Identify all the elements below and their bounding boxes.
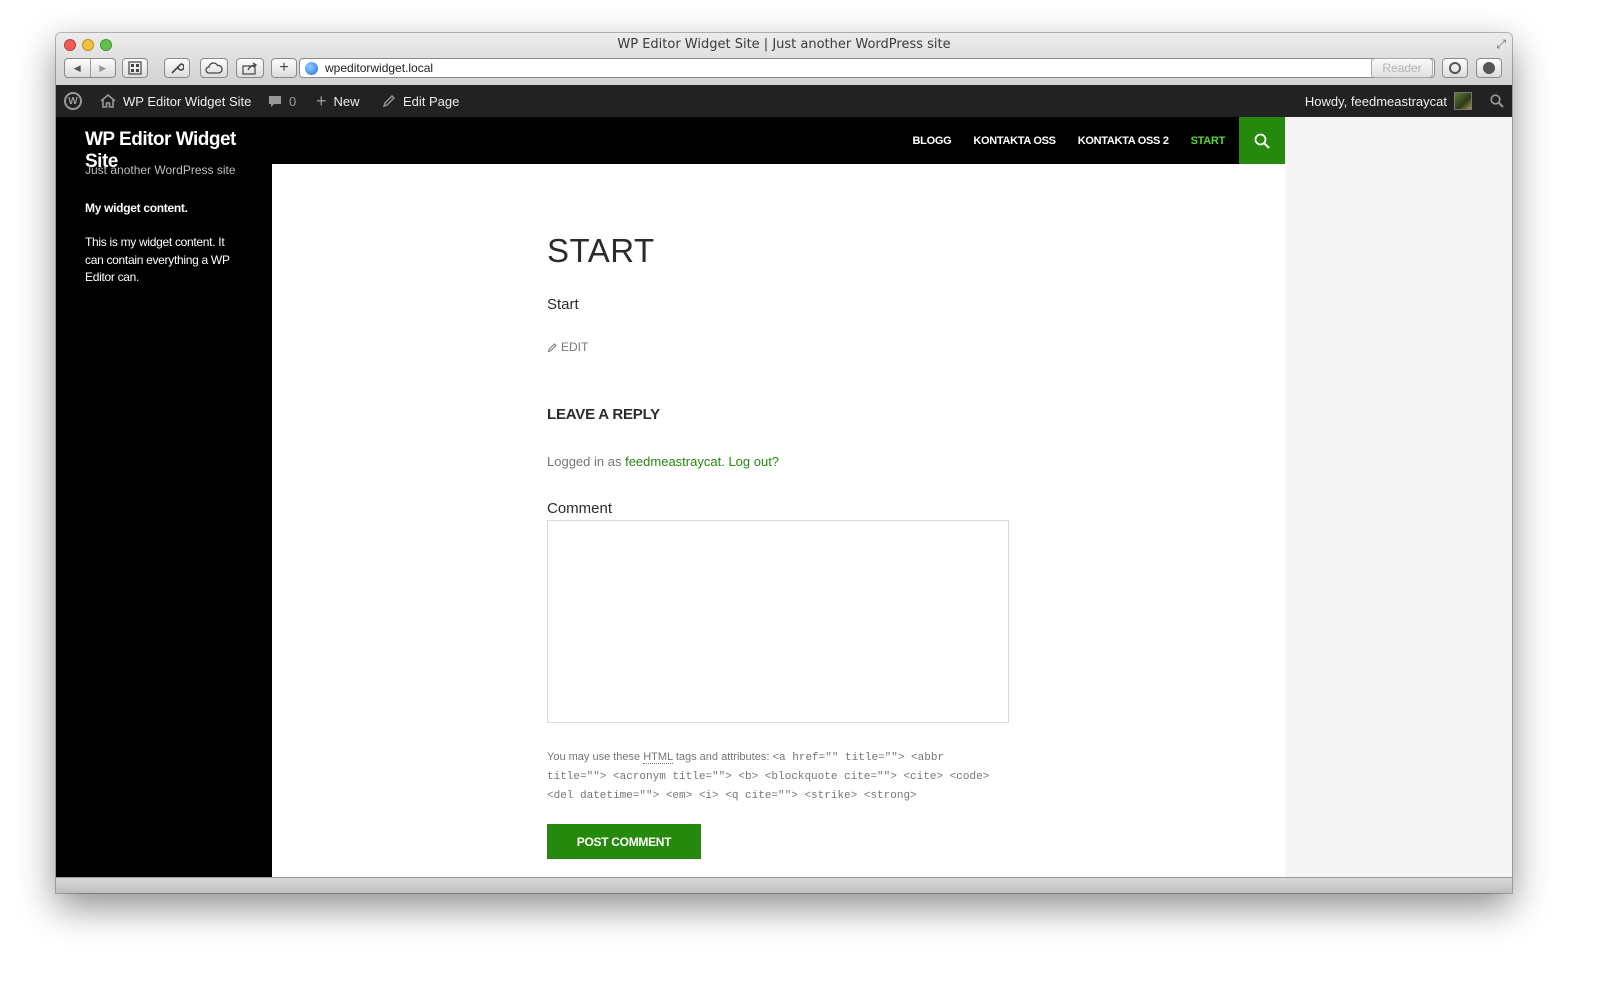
pencil-icon [547, 342, 557, 352]
comment-textarea[interactable] [547, 520, 1009, 723]
history-button[interactable] [1442, 58, 1468, 78]
downloads-button[interactable] [1476, 58, 1502, 78]
logout-link[interactable]: Log out? [728, 454, 779, 469]
site-description: Just another WordPress site [85, 163, 236, 177]
browser-status-bar [56, 877, 1512, 893]
logged-in-as: Logged in as feedmeastraycat. Log out? [547, 454, 779, 469]
download-icon [1483, 62, 1495, 74]
plus-icon: + [316, 91, 327, 111]
comments-count: 0 [289, 93, 297, 109]
browser-titlebar: WP Editor Widget Site | Just another Wor… [56, 33, 1512, 86]
admin-bar-edit-page[interactable]: Edit Page [382, 85, 459, 117]
reply-title: LEAVE A REPLY [547, 406, 660, 423]
period: . [721, 454, 725, 469]
forward-button[interactable]: ▶ [91, 63, 116, 74]
comment-bubble-icon [269, 95, 281, 107]
allowed-mid: tags and attributes: [672, 751, 773, 763]
search-toggle-button[interactable] [1239, 117, 1285, 164]
logged-in-prefix: Logged in as [547, 454, 626, 469]
back-forward-buttons: ◀ ▶ [64, 58, 116, 78]
profile-link[interactable]: feedmeastraycat [625, 454, 721, 469]
comment-label: Comment [547, 500, 613, 517]
primary-navigation: BLOGG KONTAKTA OSS KONTAKTA OSS 2 START [913, 117, 1226, 164]
wrench-icon [171, 63, 184, 74]
address-bar[interactable]: wpeditorwidget.local ⟳ [299, 58, 1435, 78]
right-gutter [1285, 117, 1512, 877]
admin-bar-account[interactable]: Howdy, feedmeastraycat [1305, 85, 1472, 117]
add-bookmark-button[interactable]: + [271, 58, 297, 78]
admin-bar-comments[interactable]: 0 [268, 85, 296, 117]
nav-item-kontakta-oss[interactable]: KONTAKTA OSS [973, 135, 1056, 147]
globe-icon [305, 61, 318, 75]
site-sidebar: WP Editor Widget Site Just another WordP… [56, 117, 272, 877]
top-sites-button[interactable] [122, 58, 148, 78]
cloud-icon [205, 62, 223, 74]
reader-button[interactable]: Reader [1371, 58, 1433, 78]
site-header: BLOGG KONTAKTA OSS KONTAKTA OSS 2 START [272, 117, 1285, 164]
wordpress-logo-icon: W [64, 92, 82, 110]
edit-link[interactable]: EDIT [547, 340, 588, 354]
browser-toolbar: ◀ ▶ + wpeditorwidget.local Reader [64, 58, 1504, 80]
browser-window: WP Editor Widget Site | Just another Wor… [56, 33, 1512, 893]
clock-icon [1449, 62, 1461, 74]
top-sites-icon [128, 61, 142, 75]
nav-item-blogg[interactable]: BLOGG [913, 135, 952, 147]
main-content: START Start EDIT LEAVE A REPLY Logged in… [272, 164, 1285, 877]
home-icon [100, 94, 116, 108]
page-title: START [547, 232, 655, 269]
widget-title: My widget content. [85, 201, 188, 215]
back-button[interactable]: ◀ [65, 63, 90, 74]
search-icon [1254, 133, 1270, 149]
widget-body: This is my widget content. It can contai… [85, 235, 230, 284]
edit-label: EDIT [561, 340, 589, 354]
new-label: New [333, 93, 360, 109]
share-button[interactable] [236, 58, 264, 78]
avatar [1454, 92, 1472, 110]
html-abbr: HTML [643, 751, 673, 764]
fullscreen-icon[interactable]: ⤢ [1496, 37, 1506, 52]
howdy-text: Howdy, feedmeastraycat [1304, 93, 1447, 109]
nav-item-kontakta-oss-2[interactable]: KONTAKTA OSS 2 [1078, 135, 1169, 147]
page: WP Editor Widget Site Just another WordP… [56, 117, 1512, 877]
search-icon [1490, 94, 1504, 108]
pencil-icon [382, 95, 395, 108]
admin-bar-search[interactable] [1490, 85, 1504, 117]
post-comment-button[interactable]: POST COMMENT [547, 824, 701, 859]
wp-logo-menu[interactable]: W [64, 85, 82, 117]
tools-button[interactable] [164, 58, 190, 78]
nav-item-start[interactable]: START [1191, 135, 1226, 147]
share-icon [242, 61, 258, 75]
allowed-tags-note: You may use these HTML tags and attribut… [547, 748, 1007, 805]
edit-page-label: Edit Page [403, 93, 460, 109]
admin-bar-new[interactable]: + New [316, 85, 360, 117]
page-body: Start [547, 296, 579, 313]
url-text[interactable]: wpeditorwidget.local [325, 61, 1412, 75]
window-title: WP Editor Widget Site | Just another Wor… [617, 37, 951, 52]
allowed-prefix: You may use these [547, 751, 644, 763]
admin-bar-site-link[interactable]: WP Editor Widget Site [100, 85, 251, 117]
admin-bar-site-name: WP Editor Widget Site [123, 93, 252, 109]
icloud-tabs-button[interactable] [200, 58, 228, 78]
wp-admin-bar: W WP Editor Widget Site 0 + New Edit Pag… [56, 85, 1512, 117]
